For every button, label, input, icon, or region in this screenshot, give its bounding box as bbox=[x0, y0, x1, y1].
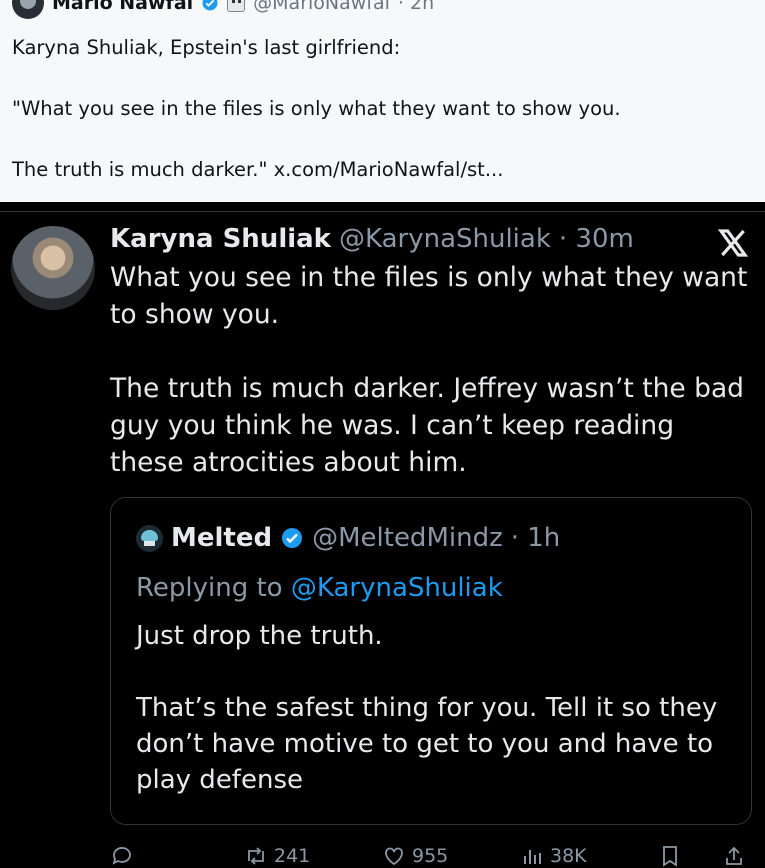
author-handle[interactable]: @MarioNawfal bbox=[253, 0, 390, 14]
reply-icon bbox=[112, 847, 131, 865]
author-name[interactable]: Melted bbox=[171, 523, 272, 553]
replying-prefix: Replying to bbox=[136, 573, 283, 603]
like-icon bbox=[385, 847, 403, 866]
post-paragraph: The truth is much darker. Jeffrey wasn’t… bbox=[110, 373, 745, 478]
embedded-post-header: Karyna Shuliak @KarynaShuliak · 30m bbox=[110, 224, 634, 254]
post-text-line: "What you see in the files is only what … bbox=[12, 97, 621, 120]
post-text-line: The truth is much darker." x.com/MarioNa… bbox=[12, 156, 752, 184]
post-link[interactable]: x.com/MarioNawfal/st... bbox=[274, 158, 504, 181]
outer-post-text: Karyna Shuliak, Epstein's last girlfrien… bbox=[12, 34, 752, 217]
repost-button[interactable]: 241 bbox=[244, 844, 310, 868]
quoted-post-header: Melted @MeltedMindz · 1h bbox=[136, 523, 560, 553]
verified-badge-icon bbox=[282, 528, 303, 548]
post-time[interactable]: · 30m bbox=[559, 224, 634, 254]
reply-button[interactable] bbox=[110, 844, 134, 868]
x-logo-icon bbox=[717, 229, 749, 257]
verified-badge-icon bbox=[202, 0, 218, 11]
share-icon bbox=[726, 846, 742, 865]
author-name[interactable]: Karyna Shuliak bbox=[110, 224, 331, 254]
author-handle[interactable]: @KarynaShuliak bbox=[339, 224, 551, 254]
author-name[interactable]: Mario Nawfal bbox=[52, 0, 193, 14]
embedded-post-text: What you see in the files is only what t… bbox=[110, 259, 755, 518]
quoted-post-text: Replying to @KarynaShuliak Just drop the… bbox=[136, 570, 726, 834]
post-paragraph: Just drop the truth. bbox=[136, 621, 383, 651]
replying-to: Replying to @KarynaShuliak bbox=[136, 570, 726, 606]
repost-count: 241 bbox=[274, 845, 311, 867]
post-time[interactable]: · 1h bbox=[511, 523, 561, 553]
mention-link[interactable]: @KarynaShuliak bbox=[291, 573, 503, 603]
post-text-quote-end: The truth is much darker." bbox=[12, 158, 268, 181]
like-count: 955 bbox=[412, 845, 449, 867]
outer-post: Mario Nawfal @MarioNawfal · 2h Karyna Sh… bbox=[0, 0, 765, 202]
embedded-post-screenshot: Karyna Shuliak @KarynaShuliak · 30m What… bbox=[0, 211, 765, 867]
views-button[interactable]: 38K bbox=[520, 844, 587, 868]
robot-emoji-icon bbox=[227, 0, 246, 12]
avatar[interactable] bbox=[12, 0, 44, 19]
share-button[interactable] bbox=[722, 844, 746, 868]
author-handle[interactable]: @MeltedMindz bbox=[312, 523, 503, 553]
avatar[interactable] bbox=[11, 226, 95, 310]
post-paragraph: What you see in the files is only what t… bbox=[110, 262, 748, 330]
bookmark-icon bbox=[663, 846, 677, 867]
post-text-line: Karyna Shuliak, Epstein's last girlfrien… bbox=[12, 36, 401, 59]
avatar[interactable] bbox=[136, 524, 163, 552]
like-button[interactable]: 955 bbox=[382, 844, 448, 868]
views-icon bbox=[524, 850, 541, 864]
views-count: 38K bbox=[550, 845, 587, 867]
bookmark-button[interactable] bbox=[658, 844, 682, 868]
action-bar: 241 955 38K bbox=[110, 844, 755, 868]
repost-icon bbox=[248, 847, 264, 865]
post-time[interactable]: · 2h bbox=[398, 0, 434, 14]
post-paragraph: That’s the safest thing for you. Tell it… bbox=[136, 693, 718, 795]
outer-post-header: Mario Nawfal @MarioNawfal · 2h bbox=[12, 0, 434, 20]
quoted-post-card[interactable]: Melted @MeltedMindz · 1h Replying to @Ka… bbox=[110, 497, 752, 825]
